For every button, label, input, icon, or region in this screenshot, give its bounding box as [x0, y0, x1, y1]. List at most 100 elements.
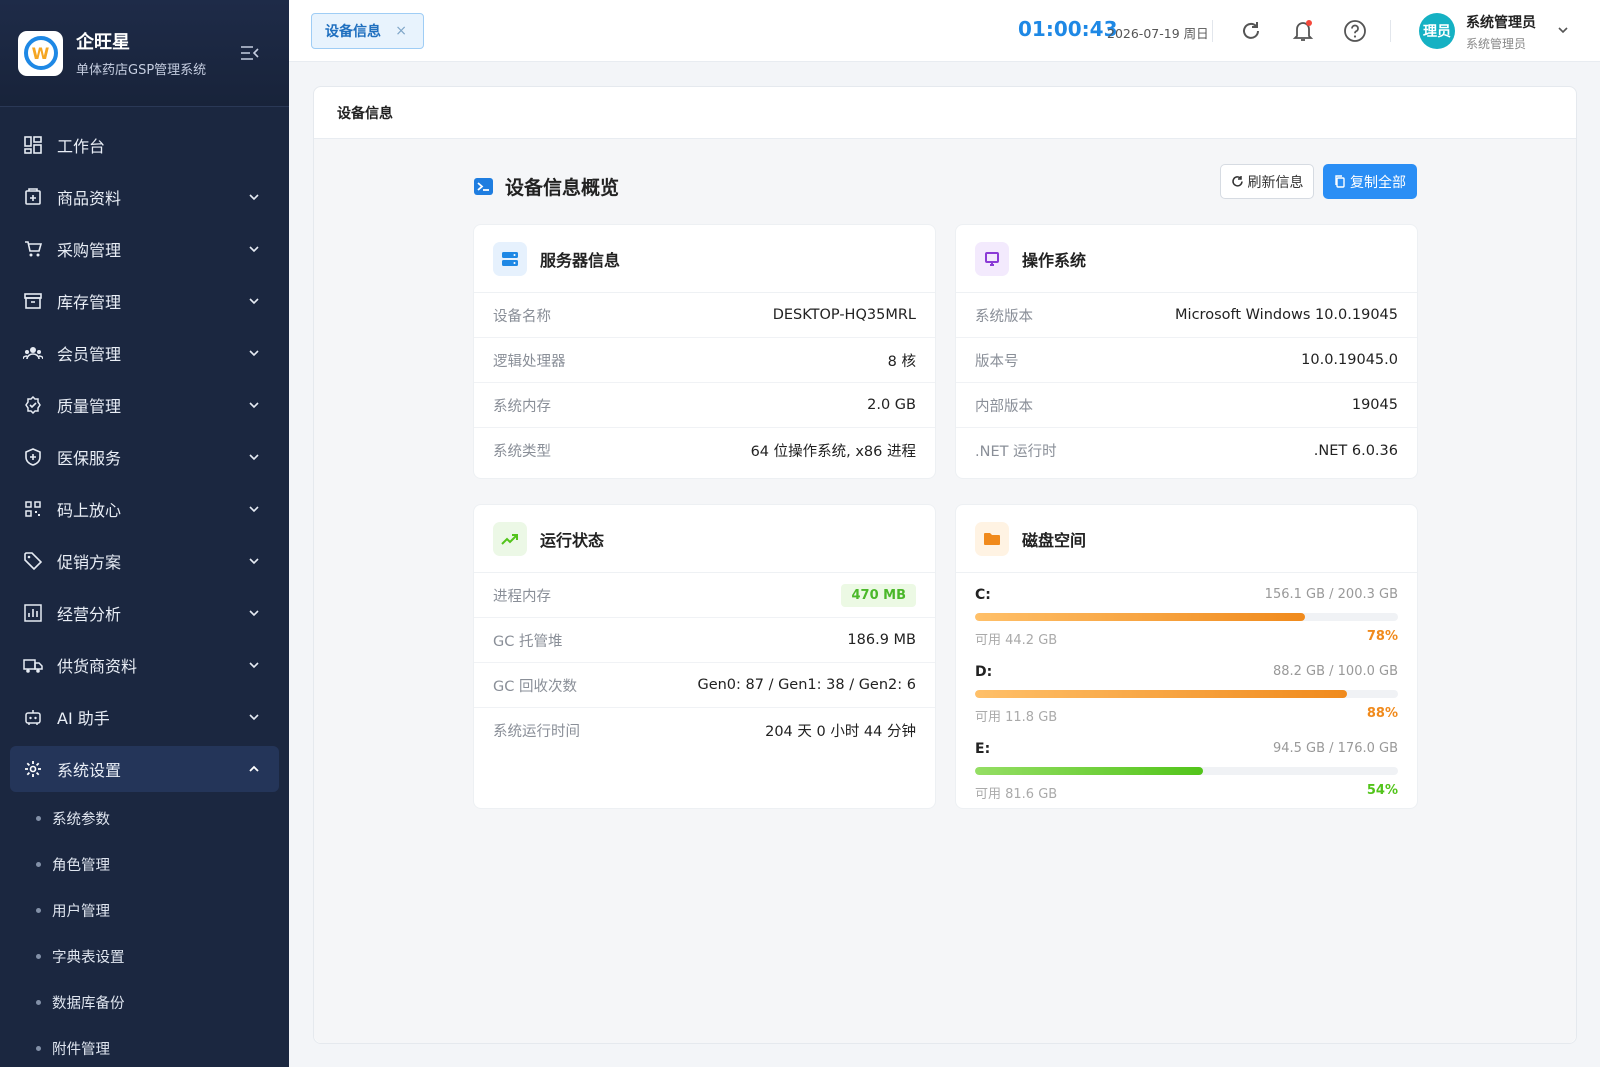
disk-progress-bar — [975, 690, 1398, 698]
inventory-icon — [23, 291, 43, 311]
dashboard-icon — [23, 135, 43, 155]
divider — [1390, 20, 1391, 42]
trend-up-icon — [493, 521, 527, 556]
info-row: 系统内存 2.0 GB — [474, 383, 935, 428]
refresh-icon — [1231, 176, 1243, 187]
sidebar-item-label: 采购管理 — [57, 241, 122, 260]
chevron-down-icon — [249, 298, 259, 305]
help-icon[interactable] — [1342, 18, 1368, 44]
sidebar-item-inventory[interactable]: 库存管理 — [0, 275, 289, 327]
content-panel: 设备信息 设备信息概览 刷新信息 复制全部 服务器信息 设备名称 DESKTOP-… — [313, 86, 1577, 1044]
submenu-item-system-params[interactable]: 系统参数 — [0, 795, 289, 841]
sidebar-item-settings[interactable]: 系统设置 — [10, 746, 279, 792]
sidebar-item-analytics[interactable]: 经营分析 — [0, 587, 289, 639]
sidebar-item-promotion[interactable]: 促销方案 — [0, 535, 289, 587]
sidebar-item-label: 码上放心 — [57, 501, 122, 520]
os-info-card: 操作系统 系统版本 Microsoft Windows 10.0.19045 版本… — [955, 224, 1418, 479]
disk-progress-fill — [975, 613, 1305, 621]
brand-name: 企旺星 — [76, 32, 130, 53]
brand-header: W 企旺星 单体药店GSP管理系统 — [0, 0, 289, 107]
chevron-down-icon — [249, 402, 259, 409]
user-role: 系统管理员 — [1466, 37, 1527, 51]
sidebar-item-label: 工作台 — [57, 137, 106, 156]
user-name[interactable]: 系统管理员 — [1466, 12, 1536, 32]
info-row: 逻辑处理器 8 核 — [474, 338, 935, 383]
sidebar-item-products[interactable]: 商品资料 — [0, 171, 289, 223]
brand-subtitle: 单体药店GSP管理系统 — [76, 63, 207, 78]
quality-icon — [23, 395, 43, 415]
info-row: 系统运行时间 204 天 0 小时 44 分钟 — [493, 724, 916, 740]
menu-collapse-icon[interactable] — [240, 45, 260, 61]
card-header: 磁盘空间 — [956, 505, 1417, 573]
submenu-item-roles[interactable]: 角色管理 — [0, 841, 289, 887]
sidebar-item-quality[interactable]: 质量管理 — [0, 379, 289, 431]
monitor-icon — [975, 241, 1009, 276]
bullet-dot — [36, 999, 41, 1005]
card-header: 服务器信息 — [474, 225, 935, 293]
submenu-item-db-backup[interactable]: 数据库备份 — [0, 979, 289, 1025]
date-display: 2026-07-19 周日 — [1107, 26, 1209, 41]
truck-icon — [23, 655, 43, 675]
members-icon — [23, 343, 43, 363]
info-row: 系统类型 64 位操作系统, x86 进程 — [493, 444, 916, 460]
info-row: 进程内存 470 MB — [474, 573, 935, 618]
bullet-dot — [36, 1045, 41, 1051]
chevron-down-icon — [249, 194, 259, 201]
chevron-down-icon — [249, 558, 259, 565]
disk-percent: 88% — [1366, 706, 1398, 721]
bullet-dot — [36, 907, 41, 913]
panel-title: 设备信息 — [314, 87, 1576, 139]
clock: 01:00:43 — [1018, 17, 1118, 41]
sidebar-item-label: 质量管理 — [57, 397, 122, 416]
sidebar-item-members[interactable]: 会员管理 — [0, 327, 289, 379]
disk-percent: 54% — [1366, 783, 1398, 798]
cart-icon — [23, 239, 43, 259]
bullet-dot — [36, 861, 41, 867]
gear-icon — [23, 759, 43, 779]
runtime-status-card: 运行状态 进程内存 470 MB GC 托管堆 186.9 MB GC 回收次数 Ge… — [473, 504, 936, 809]
chevron-down-icon — [249, 662, 259, 669]
sidebar-item-dashboard[interactable]: 工作台 — [0, 119, 289, 171]
submenu-item-users[interactable]: 用户管理 — [0, 887, 289, 933]
sidebar-item-label: 医保服务 — [57, 449, 122, 468]
submenu-item-dictionary[interactable]: 字典表设置 — [0, 933, 289, 979]
sidebar-item-label: 供货商资料 — [57, 657, 138, 676]
copy-icon — [1335, 175, 1345, 188]
info-row: 版本号 10.0.19045.0 — [956, 338, 1417, 383]
sidebar-item-label: 库存管理 — [57, 293, 122, 312]
sidebar-item-ai-assistant[interactable]: AI 助手 — [0, 691, 289, 743]
chevron-down-icon — [249, 610, 259, 617]
sidebar-item-purchase[interactable]: 采购管理 — [0, 223, 289, 275]
tab-label: 设备信息 — [325, 24, 381, 40]
close-icon[interactable]: × — [395, 23, 407, 39]
sidebar-item-trace-code[interactable]: 码上放心 — [0, 483, 289, 535]
avatar[interactable]: 理员 — [1419, 13, 1455, 49]
info-row: 内部版本 19045 — [956, 383, 1417, 428]
submenu-item-attachments[interactable]: 附件管理 — [0, 1025, 289, 1067]
logo-mark-icon: W — [23, 36, 58, 70]
refresh-icon[interactable] — [1238, 18, 1264, 44]
divider — [1212, 20, 1213, 42]
disk-percent: 78% — [1366, 629, 1398, 644]
panel-body: 设备信息概览 刷新信息 复制全部 服务器信息 设备名称 DESKTOP-HQ35M… — [314, 139, 1576, 1043]
disk-row: D: 88.2 GB / 100.0 GB 可用 11.8 GB 88% — [975, 664, 1398, 725]
copy-all-button[interactable]: 复制全部 — [1323, 164, 1417, 199]
bell-icon[interactable] — [1290, 18, 1316, 44]
disk-progress-fill — [975, 767, 1204, 775]
chart-icon — [23, 603, 43, 623]
chevron-up-icon — [249, 765, 259, 772]
chevron-down-icon[interactable] — [1557, 24, 1569, 36]
sidebar-item-suppliers[interactable]: 供货商资料 — [0, 639, 289, 691]
refresh-info-button[interactable]: 刷新信息 — [1220, 164, 1314, 199]
info-row: GC 托管堆 186.9 MB — [474, 618, 935, 663]
terminal-icon — [474, 178, 493, 195]
sidebar-item-label: 系统设置 — [57, 761, 122, 780]
bullet-dot — [36, 953, 41, 959]
tab-device-info[interactable]: 设备信息 × — [311, 13, 424, 49]
qrcode-icon — [23, 499, 43, 519]
server-icon — [493, 241, 527, 276]
chevron-down-icon — [249, 246, 259, 253]
tag-icon — [23, 551, 43, 571]
sidebar-item-insurance[interactable]: 医保服务 — [0, 431, 289, 483]
server-info-card: 服务器信息 设备名称 DESKTOP-HQ35MRL 逻辑处理器 8 核 系统内存 2… — [473, 224, 936, 479]
